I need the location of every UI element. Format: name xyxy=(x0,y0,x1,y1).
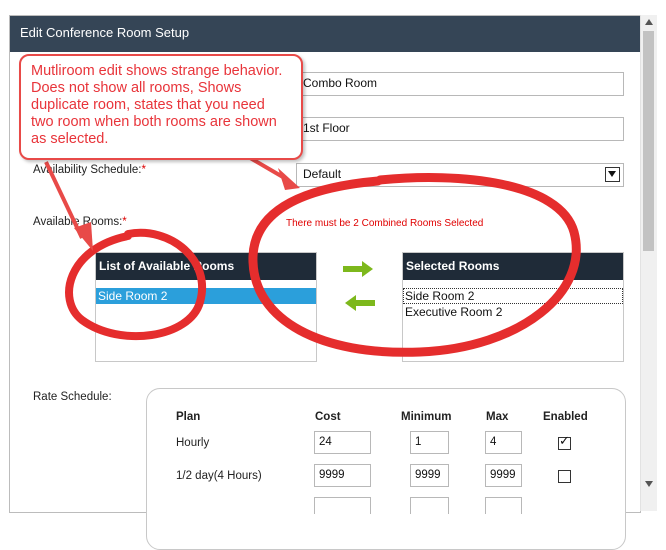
column-header-plan: Plan xyxy=(176,411,201,423)
enabled-checkbox[interactable] xyxy=(558,434,571,450)
list-item[interactable]: Executive Room 2 xyxy=(403,304,623,320)
enabled-checkbox[interactable] xyxy=(558,470,571,483)
validation-error: There must be 2 Combined Rooms Selected xyxy=(286,218,484,229)
room-name-input[interactable]: Combo Room xyxy=(296,72,624,96)
location-input[interactable]: 1st Floor xyxy=(296,117,624,141)
dialog-title: Edit Conference Room Setup xyxy=(20,25,190,40)
list-item[interactable]: Side Room 2 xyxy=(403,288,623,304)
column-header-minimum: Minimum xyxy=(401,411,452,423)
available-rooms-list[interactable]: List of Available Rooms Side Room 2 xyxy=(95,252,317,362)
annotation-callout: Mutliroom edit shows strange behavior. D… xyxy=(19,54,303,160)
scroll-down-icon[interactable] xyxy=(645,481,653,487)
rate-plan-hourly: Hourly xyxy=(176,437,210,449)
scroll-up-icon[interactable] xyxy=(645,19,653,25)
selected-rooms-list[interactable]: Selected Rooms Side Room 2 Executive Roo… xyxy=(402,252,624,362)
cost-input[interactable]: 24 xyxy=(314,431,371,454)
max-input[interactable] xyxy=(485,497,522,514)
rate-plan-half-day: 1/2 day(4 Hours) xyxy=(176,470,262,482)
chevron-down-icon[interactable] xyxy=(605,167,620,182)
max-input[interactable]: 9999 xyxy=(485,464,522,487)
add-room-button[interactable] xyxy=(340,259,380,279)
arrow-left-icon xyxy=(345,295,375,311)
dialog-titlebar: Edit Conference Room Setup xyxy=(10,16,640,52)
available-rooms-label: Available Rooms:* xyxy=(33,216,127,228)
column-header-enabled: Enabled xyxy=(543,411,588,423)
minimum-input[interactable]: 9999 xyxy=(410,464,449,487)
remove-room-button[interactable] xyxy=(340,293,380,313)
vertical-scrollbar[interactable] xyxy=(640,15,657,511)
availability-schedule-label: Availability Schedule:* xyxy=(33,164,146,176)
availability-schedule-label-text: Availability Schedule: xyxy=(33,164,142,176)
list-item[interactable]: Side Room 2 xyxy=(96,288,316,304)
available-rooms-header: List of Available Rooms xyxy=(96,253,316,280)
availability-schedule-select[interactable]: Default xyxy=(296,163,624,187)
rate-schedule-label: Rate Schedule: xyxy=(33,391,112,403)
column-header-max: Max xyxy=(486,411,509,423)
cost-input[interactable]: 9999 xyxy=(314,464,371,487)
availability-schedule-value: Default xyxy=(303,167,342,181)
required-marker: * xyxy=(122,216,127,228)
max-input[interactable]: 4 xyxy=(485,431,522,454)
minimum-input[interactable]: 1 xyxy=(410,431,449,454)
minimum-input[interactable] xyxy=(410,497,449,514)
arrow-right-icon xyxy=(343,261,373,277)
available-rooms-label-text: Available Rooms: xyxy=(33,216,123,228)
column-header-cost: Cost xyxy=(315,411,341,423)
cost-input[interactable] xyxy=(314,497,371,514)
selected-rooms-header: Selected Rooms xyxy=(403,253,623,280)
required-marker: * xyxy=(141,164,146,176)
scrollbar-thumb[interactable] xyxy=(643,31,654,251)
